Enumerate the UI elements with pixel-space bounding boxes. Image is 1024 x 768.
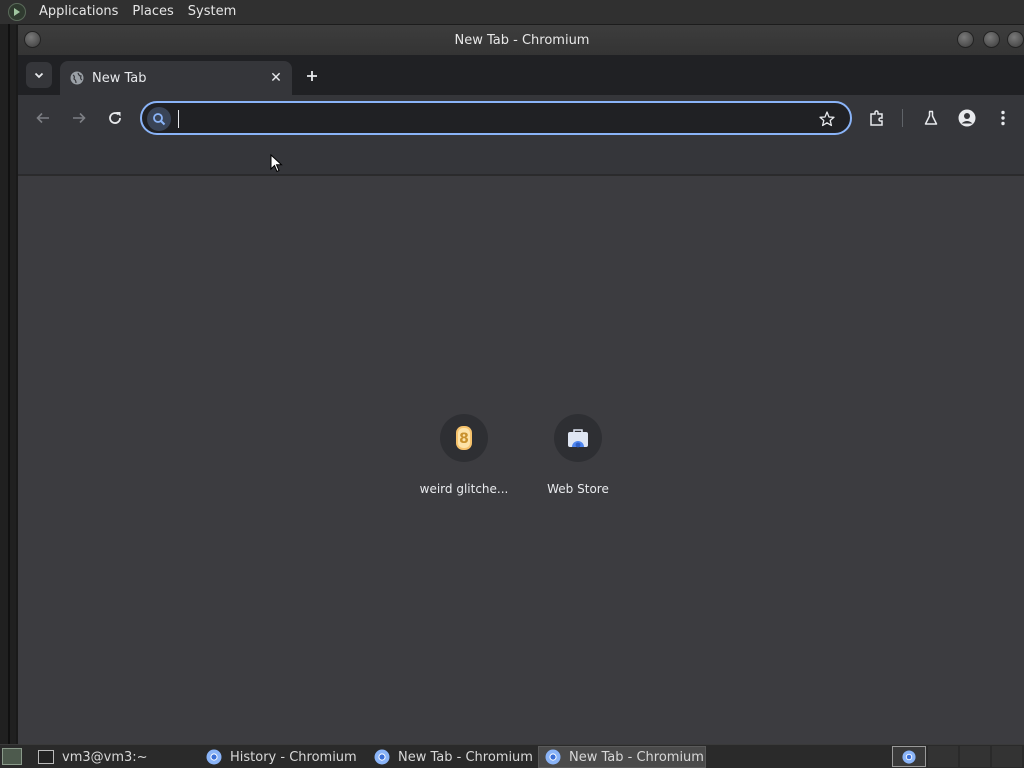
taskbar-item-newtab[interactable]: New Tab - Chromium	[368, 746, 534, 768]
shortcut-icon-container: 8	[440, 414, 488, 462]
tab-title: New Tab	[92, 70, 147, 86]
svg-text:8: 8	[459, 431, 469, 447]
menu-places[interactable]: Places	[125, 0, 180, 24]
close-window-button[interactable]	[1007, 31, 1024, 48]
text-caret	[178, 110, 179, 128]
workspace-4[interactable]	[992, 746, 1022, 767]
mouse-cursor-icon	[270, 154, 283, 173]
more-vert-icon	[1001, 110, 1005, 126]
chromium-icon	[545, 749, 561, 765]
desktop-edge	[0, 24, 16, 744]
forward-button[interactable]	[67, 106, 91, 130]
show-desktop-icon[interactable]	[2, 748, 22, 765]
bookmarks-bar	[18, 141, 1024, 175]
avatar-icon	[958, 109, 976, 127]
profile-button[interactable]	[955, 106, 979, 130]
bookmark-star-icon[interactable]	[818, 110, 836, 128]
flask-icon	[924, 110, 938, 125]
window-title: New Tab - Chromium	[454, 32, 590, 48]
shortcut-tile[interactable]: 8 weird glitche...	[408, 414, 520, 496]
extensions-button[interactable]	[865, 106, 889, 130]
menu-system[interactable]: System	[181, 0, 243, 24]
new-tab-button[interactable]	[300, 64, 324, 88]
shortcut-icon-container	[554, 414, 602, 462]
terminal-icon	[38, 750, 54, 764]
bitcoin-like-icon: 8	[456, 426, 472, 450]
back-button[interactable]	[31, 106, 55, 130]
labs-button[interactable]	[919, 106, 943, 130]
browser-window: New Tab - Chromium New Tab ✕ 8 weird gli…	[16, 25, 1024, 745]
taskbar-item-history[interactable]: History - Chromium	[200, 746, 366, 768]
chevron-down-icon	[34, 72, 44, 79]
workspace-3[interactable]	[960, 746, 990, 767]
taskbar-item-label: New Tab - Chromium	[398, 749, 533, 765]
address-input[interactable]	[178, 108, 798, 130]
address-bar[interactable]	[140, 101, 852, 135]
chromium-icon	[374, 749, 390, 765]
workspace-switcher[interactable]	[892, 746, 926, 767]
toolbar-separator	[902, 109, 903, 127]
reload-button[interactable]	[103, 106, 127, 130]
taskbar-item-newtab-active[interactable]: New Tab - Chromium	[538, 746, 706, 768]
shortcut-label: weird glitche...	[419, 482, 509, 496]
globe-icon	[70, 71, 84, 85]
shortcut-tile[interactable]: Web Store	[522, 414, 634, 496]
window-menu-button[interactable]	[24, 31, 41, 48]
puzzle-icon	[870, 110, 883, 126]
tab-strip: New Tab ✕	[18, 55, 1024, 95]
bottom-taskbar: vm3@vm3:~ History - Chromium New Tab - C…	[0, 744, 1024, 768]
reload-icon	[109, 112, 121, 124]
arrow-right-icon	[73, 112, 86, 124]
taskbar-item-terminal[interactable]: vm3@vm3:~	[32, 746, 192, 768]
tab-new-tab[interactable]: New Tab ✕	[60, 61, 292, 95]
menu-button[interactable]	[991, 106, 1015, 130]
taskbar-item-label: New Tab - Chromium	[569, 749, 704, 765]
window-titlebar[interactable]: New Tab - Chromium	[18, 25, 1024, 55]
gnome-logo-icon[interactable]	[8, 3, 26, 21]
tab-search-button[interactable]	[26, 62, 52, 88]
plus-icon	[307, 71, 317, 81]
taskbar-item-label: vm3@vm3:~	[62, 749, 148, 765]
menu-applications[interactable]: Applications	[32, 0, 125, 24]
search-icon	[147, 107, 171, 131]
maximize-button[interactable]	[983, 31, 1000, 48]
chromium-icon	[206, 749, 222, 765]
minimize-button[interactable]	[957, 31, 974, 48]
taskbar-item-label: History - Chromium	[230, 749, 357, 765]
browser-toolbar	[18, 95, 1024, 141]
tab-close-icon[interactable]: ✕	[266, 68, 286, 88]
chromium-icon	[902, 749, 916, 764]
top-panel: Applications Places System	[0, 0, 1024, 24]
shortcut-label: Web Store	[547, 482, 609, 496]
arrow-left-icon	[36, 112, 49, 124]
web-store-icon	[568, 429, 588, 448]
workspace-2[interactable]	[928, 746, 958, 767]
new-tab-page: 8 weird glitche... Web Store	[18, 176, 1024, 745]
